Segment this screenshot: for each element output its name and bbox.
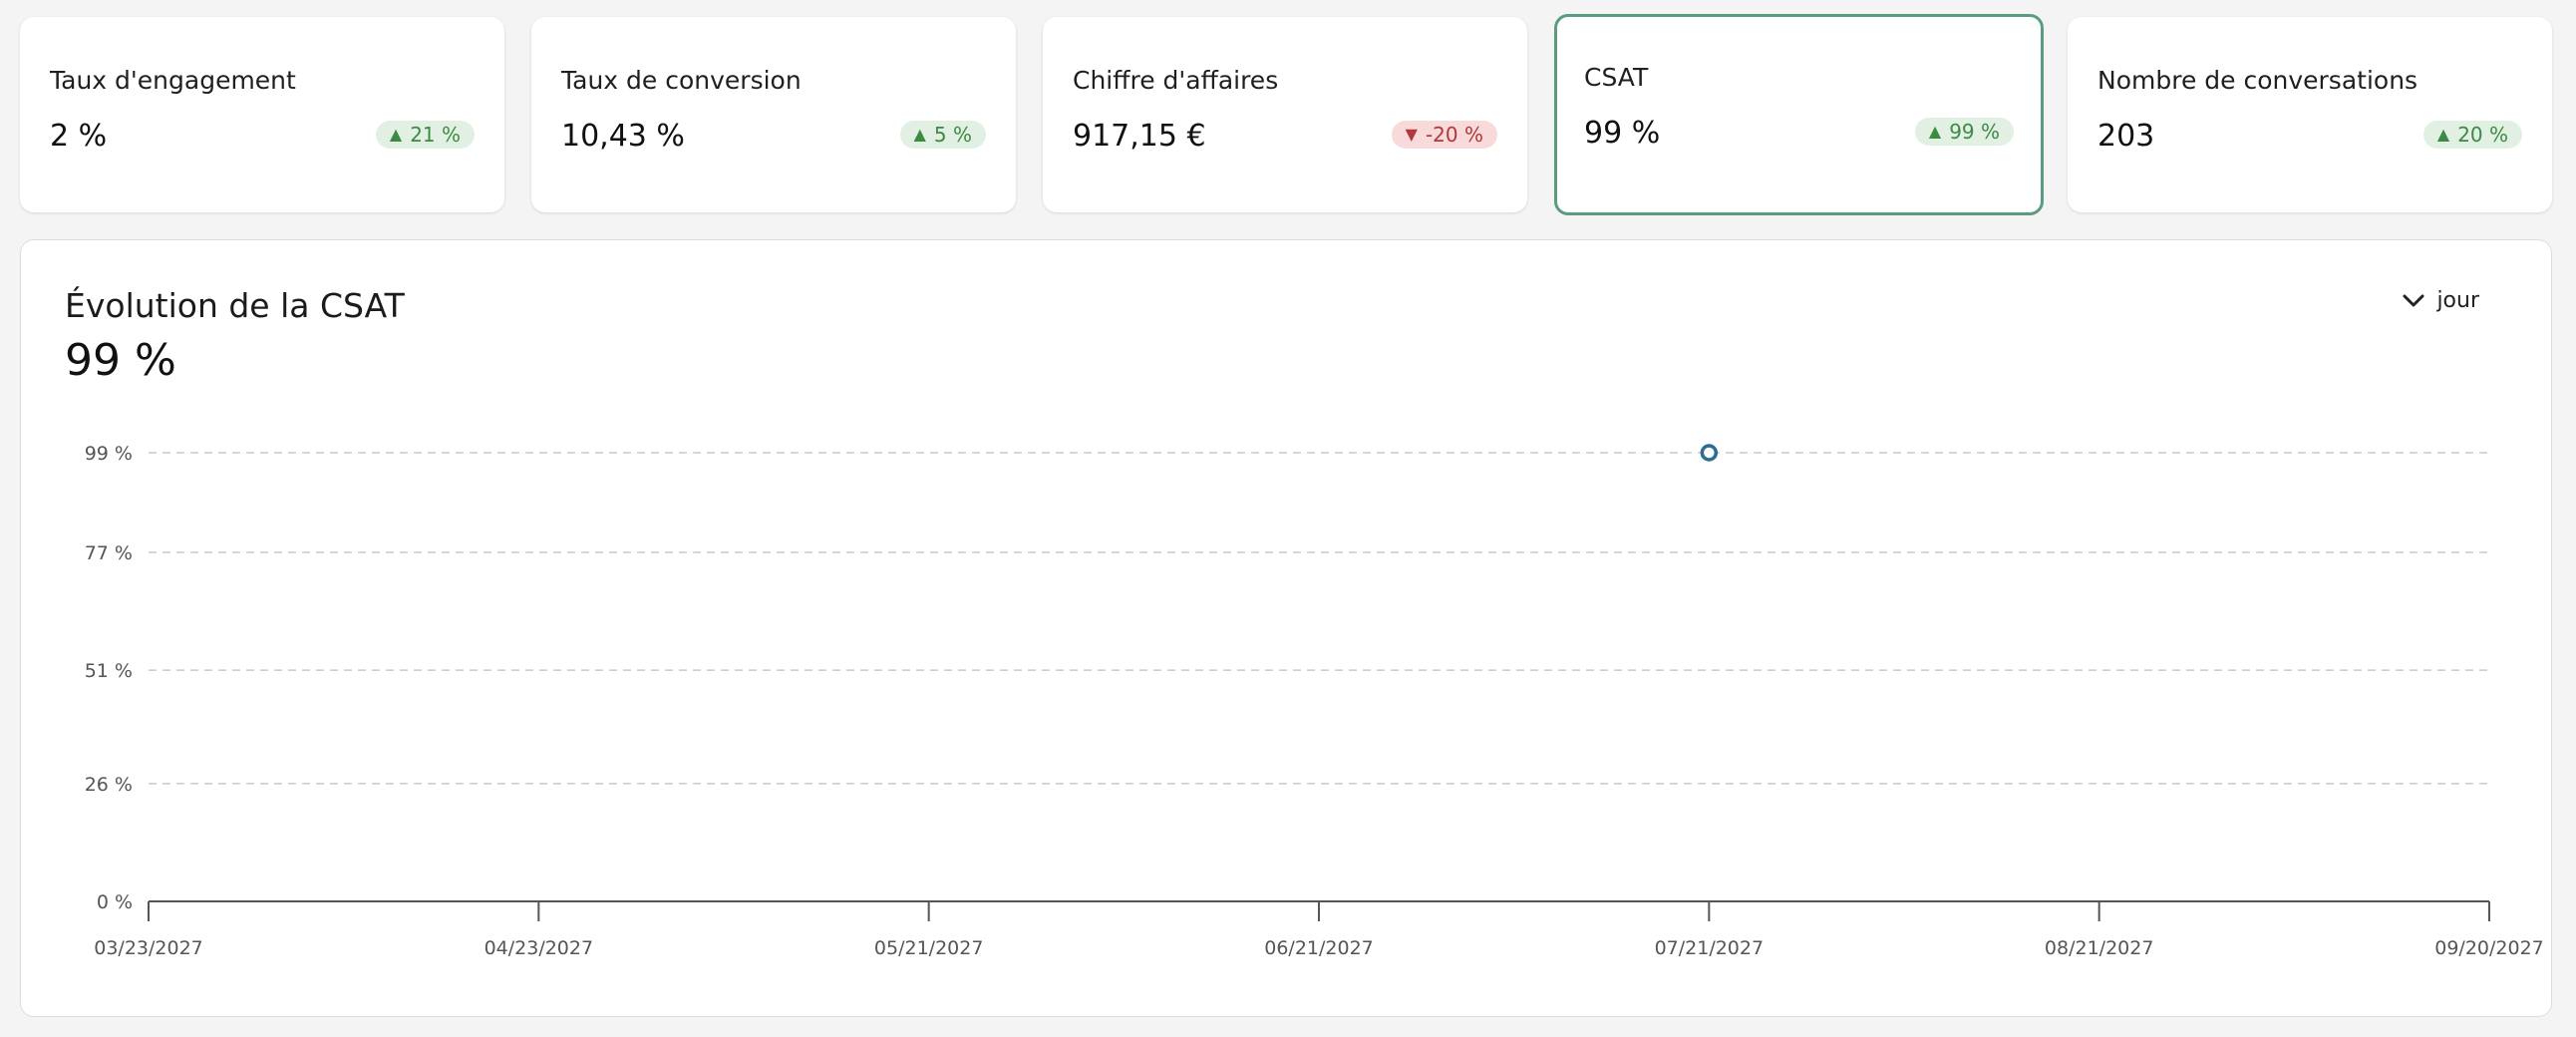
kpi-card-engagement[interactable]: Taux d'engagement 2 % ▲ 21 % xyxy=(20,17,504,212)
kpi-delta-badge: ▲ 21 % xyxy=(375,121,475,149)
kpi-delta-badge: ▼ -20 % xyxy=(1391,121,1497,149)
kpi-delta-badge: ▲ 20 % xyxy=(2422,121,2522,149)
y-tick-label: 51 % xyxy=(85,660,133,682)
kpi-label: Nombre de conversations xyxy=(2097,66,2418,95)
kpi-row: Taux d'engagement 2 % ▲ 21 % Taux de con… xyxy=(20,14,2552,215)
kpi-label: Chiffre d'affaires xyxy=(1073,66,1279,95)
kpi-delta-value: 5 % xyxy=(933,123,972,147)
triangle-up-icon: ▲ xyxy=(1928,122,1942,141)
x-tick-label: 08/21/2027 xyxy=(2045,937,2154,959)
x-tick-label: 09/20/2027 xyxy=(2434,937,2544,959)
csat-line-chart: 0 % 26 % 51 % 77 % 99 % 03/23/2027 04/23/2027 0… xyxy=(85,443,2544,959)
kpi-value: 917,15 € xyxy=(1073,119,1206,154)
triangle-down-icon: ▼ xyxy=(1405,125,1418,144)
x-tick-label: 05/21/2027 xyxy=(874,937,984,959)
kpi-label: Taux d'engagement xyxy=(50,66,296,95)
kpi-value: 99 % xyxy=(1584,116,1661,151)
triangle-up-icon: ▲ xyxy=(913,125,926,144)
kpi-card-revenue[interactable]: Chiffre d'affaires 917,15 € ▼ -20 % xyxy=(1043,17,1527,212)
x-tick-label: 03/23/2027 xyxy=(94,937,203,959)
kpi-delta-value: -20 % xyxy=(1425,123,1483,147)
kpi-label: CSAT xyxy=(1584,63,1649,92)
kpi-delta-value: 20 % xyxy=(2457,123,2508,147)
kpi-delta-badge: ▲ 99 % xyxy=(1914,118,2014,146)
y-tick-label: 0 % xyxy=(97,891,133,913)
kpi-card-csat[interactable]: CSAT 99 % ▲ 99 % xyxy=(1554,14,2044,215)
triangle-up-icon: ▲ xyxy=(389,125,403,144)
kpi-card-conversion[interactable]: Taux de conversion 10,43 % ▲ 5 % xyxy=(531,17,1016,212)
triangle-up-icon: ▲ xyxy=(2436,125,2450,144)
y-tick-label: 77 % xyxy=(85,542,133,564)
chart-card: Évolution de la CSAT 99 % jour 0 % 26 % 51… xyxy=(20,239,2552,1017)
y-tick-label: 99 % xyxy=(85,443,133,465)
kpi-value: 203 xyxy=(2097,119,2155,154)
kpi-value: 10,43 % xyxy=(561,119,685,154)
kpi-delta-value: 99 % xyxy=(1949,120,2000,144)
kpi-value: 2 % xyxy=(50,119,108,154)
kpi-label: Taux de conversion xyxy=(561,66,802,95)
kpi-delta-badge: ▲ 5 % xyxy=(899,121,986,149)
x-tick-label: 06/21/2027 xyxy=(1264,937,1374,959)
kpi-card-conversations[interactable]: Nombre de conversations 203 ▲ 20 % xyxy=(2068,17,2552,212)
kpi-delta-value: 21 % xyxy=(410,123,461,147)
x-tick-label: 04/23/2027 xyxy=(484,937,594,959)
y-tick-label: 26 % xyxy=(85,774,133,796)
x-tick-label: 07/21/2027 xyxy=(1655,937,1765,959)
data-point xyxy=(1700,444,1719,462)
